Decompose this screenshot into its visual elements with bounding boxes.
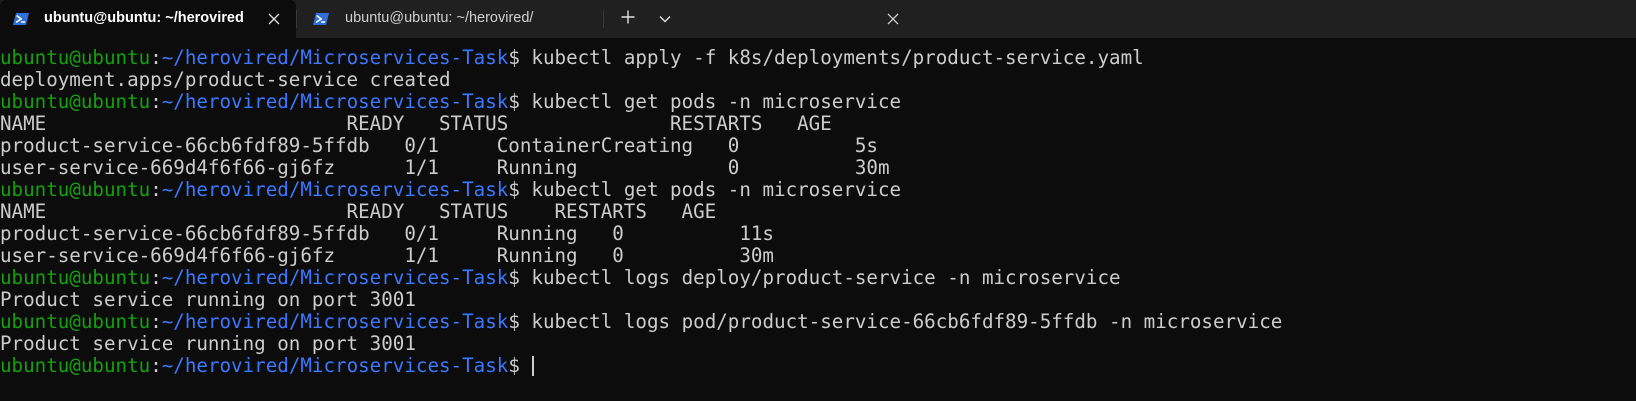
command-text: kubectl apply -f k8s/deployments/product… (531, 46, 1144, 69)
output-line: NAME READY STATUS RESTARTS AGE (0, 201, 1636, 223)
output-line: NAME READY STATUS RESTARTS AGE (0, 113, 1636, 135)
prompt-path: ~/herovired/Microservices-Task (161, 266, 509, 289)
prompt-separator: : (150, 90, 162, 113)
prompt-separator: : (150, 178, 162, 201)
output-line: deployment.apps/product-service created (0, 69, 1636, 91)
prompt-path: ~/herovired/Microservices-Task (161, 90, 509, 113)
prompt-user-host: ubuntu@ubuntu (0, 310, 151, 333)
command-line: ubuntu@ubuntu:~/herovired/Microservices-… (0, 311, 1636, 333)
command-line: ubuntu@ubuntu:~/herovired/Microservices-… (0, 179, 1636, 201)
output-text: Product service running on port 3001 (0, 288, 416, 311)
prompt-separator: : (150, 46, 162, 69)
plus-icon (621, 10, 635, 29)
prompt-symbol: $ (508, 178, 532, 201)
profiles-dropdown-button[interactable] (653, 8, 677, 30)
tab-title: ubuntu@ubuntu: ~/herovired/ (345, 10, 534, 26)
prompt-separator: : (150, 354, 162, 377)
powershell-icon (313, 11, 329, 27)
output-text: NAME READY STATUS RESTARTS AGE (0, 200, 717, 223)
prompt-symbol: $ (508, 90, 532, 113)
prompt-path: ~/herovired/Microservices-Task (161, 178, 509, 201)
text-cursor (532, 356, 535, 376)
active-prompt-line: ubuntu@ubuntu:~/herovired/Microservices-… (0, 355, 1636, 377)
output-text: product-service-66cb6fdf89-5ffdb 0/1 Con… (0, 134, 878, 157)
output-text: deployment.apps/product-service created (0, 68, 451, 91)
command-line: ubuntu@ubuntu:~/herovired/Microservices-… (0, 47, 1636, 69)
output-line: user-service-669d4f6f66-gj6fz 1/1 Runnin… (0, 245, 1636, 267)
output-line: user-service-669d4f6f66-gj6fz 1/1 Runnin… (0, 157, 1636, 179)
prompt-user-host: ubuntu@ubuntu (0, 266, 151, 289)
tab-1[interactable]: ubuntu@ubuntu: ~/herovired (0, 0, 296, 38)
output-text: product-service-66cb6fdf89-5ffdb 0/1 Run… (0, 222, 774, 245)
command-text: kubectl get pods -n microservice (531, 90, 902, 113)
command-text: kubectl get pods -n microservice (531, 178, 902, 201)
tab-bar: ubuntu@ubuntu: ~/herovired ubuntu@ubuntu… (0, 0, 1636, 38)
new-tab-button[interactable] (616, 8, 640, 30)
terminal-output[interactable]: ubuntu@ubuntu:~/herovired/Microservices-… (0, 47, 1636, 401)
command-text: kubectl logs deploy/product-service -n m… (531, 266, 1121, 289)
close-icon[interactable] (264, 9, 284, 29)
prompt-user-host: ubuntu@ubuntu (0, 178, 151, 201)
prompt-separator: : (150, 310, 162, 333)
prompt-user-host: ubuntu@ubuntu (0, 354, 151, 377)
prompt-separator: : (150, 266, 162, 289)
output-text: user-service-669d4f6f66-gj6fz 1/1 Runnin… (0, 156, 890, 179)
output-text: Product service running on port 3001 (0, 332, 416, 355)
prompt-symbol: $ (508, 310, 532, 333)
command-line: ubuntu@ubuntu:~/herovired/Microservices-… (0, 91, 1636, 113)
tab-title: ubuntu@ubuntu: ~/herovired (44, 10, 244, 26)
command-line: ubuntu@ubuntu:~/herovired/Microservices-… (0, 267, 1636, 289)
prompt-path: ~/herovired/Microservices-Task (161, 46, 509, 69)
output-text: user-service-669d4f6f66-gj6fz 1/1 Runnin… (0, 244, 774, 267)
output-line: product-service-66cb6fdf89-5ffdb 0/1 Run… (0, 223, 1636, 245)
terminal-window: ubuntu@ubuntu: ~/herovired ubuntu@ubuntu… (0, 0, 1636, 401)
tab-2[interactable]: ubuntu@ubuntu: ~/herovired/ (297, 0, 899, 38)
prompt-symbol: $ (508, 354, 532, 377)
output-line: Product service running on port 3001 (0, 333, 1636, 355)
close-icon[interactable] (883, 9, 903, 29)
prompt-user-host: ubuntu@ubuntu (0, 90, 151, 113)
command-text: kubectl logs pod/product-service-66cb6fd… (531, 310, 1283, 333)
tab-divider (603, 10, 604, 28)
prompt-symbol: $ (508, 46, 532, 69)
prompt-user-host: ubuntu@ubuntu (0, 46, 151, 69)
prompt-symbol: $ (508, 266, 532, 289)
output-line: product-service-66cb6fdf89-5ffdb 0/1 Con… (0, 135, 1636, 157)
chevron-down-icon (659, 10, 671, 28)
powershell-icon (13, 11, 29, 27)
prompt-path: ~/herovired/Microservices-Task (161, 354, 509, 377)
prompt-path: ~/herovired/Microservices-Task (161, 310, 509, 333)
output-line: Product service running on port 3001 (0, 289, 1636, 311)
output-text: NAME READY STATUS RESTARTS AGE (0, 112, 832, 135)
